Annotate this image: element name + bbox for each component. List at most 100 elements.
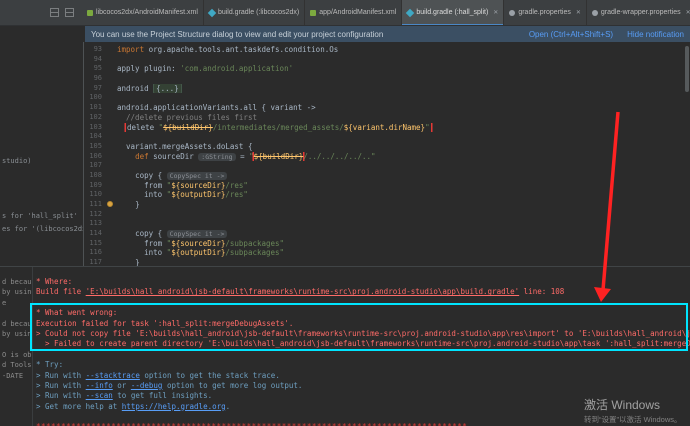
- editor-tab[interactable]: build.gradle (:libcocos2dx): [203, 0, 306, 25]
- build-tree-text-fragment: d because: [2, 319, 32, 328]
- code-text: variant.mergeAssets.doLast {: [117, 142, 689, 152]
- code-line: 109 from "${sourceDir}/res": [85, 181, 689, 191]
- hide-notification-link[interactable]: Hide notification: [627, 30, 684, 39]
- console-text: > Could not copy file 'E:\builds\hall_an…: [36, 328, 690, 338]
- code-token: {...}: [153, 83, 182, 94]
- split-window-icon[interactable]: [65, 8, 74, 17]
- code-line: 102 //delete previous files first: [85, 113, 689, 123]
- code-token: 'com.android.application': [180, 64, 294, 74]
- line-number: 117: [89, 258, 102, 266]
- code-text: copy { CopySpec it ->: [117, 171, 689, 181]
- code-text: from "${sourceDir}/subpackages": [117, 239, 689, 249]
- editor-tab[interactable]: gradle.properties ✕: [504, 0, 587, 25]
- line-number: 112: [89, 209, 102, 218]
- line-number: 101: [89, 103, 102, 112]
- code-line: 106 def sourceDir :GString = "${buildDir…: [85, 152, 689, 162]
- console-link[interactable]: --info: [86, 381, 113, 390]
- console-line: > Get more help at https://help.gradle.o…: [36, 402, 690, 412]
- line-number: 110: [89, 190, 102, 199]
- code-text: android {...}: [117, 83, 689, 94]
- notification-message: You can use the Project Structure dialog…: [91, 29, 384, 39]
- code-token: ": [249, 151, 254, 161]
- editor-tab[interactable]: gradle-wrapper.properties ✕: [586, 0, 690, 25]
- close-tab-icon[interactable]: ✕: [493, 9, 498, 16]
- console-text: option to get more log output.: [162, 380, 303, 390]
- code-token: sourceDir: [153, 151, 199, 161]
- code-line: 116 into "${outputDir}/subpackages": [85, 248, 689, 258]
- console-link[interactable]: --stacktrace: [86, 371, 140, 380]
- code-token: delete: [127, 122, 159, 132]
- code-token: ${variant.dirName}: [343, 122, 426, 132]
- close-tab-icon[interactable]: ✕: [686, 9, 690, 16]
- console-link[interactable]: 'E:\builds\hall_android\jsb-default\fram…: [86, 287, 519, 296]
- code-editor[interactable]: studio) s for 'hall_split' es for '(libcoc…: [0, 42, 690, 266]
- code-line: 103 delete " ${buildDir}/intermediates/me…: [85, 123, 689, 133]
- line-number: 94: [93, 54, 102, 63]
- console-line: > Could not copy file 'E:\builds\hall_an…: [36, 329, 690, 339]
- editor-tab[interactable]: app/AndroidManifest.xml: [305, 0, 403, 25]
- tab-label: build.gradle (:libcocos2dx): [217, 9, 300, 16]
- tab-strip: libcocos2dx/AndroidManifest.xml build.gra…: [82, 0, 690, 25]
- editor-tab[interactable]: build.gradle (:hall_split) ✕: [402, 0, 505, 25]
- line-number: 113: [89, 219, 102, 228]
- code-token: /intermediates/merged_assets/: [212, 122, 344, 132]
- editor-tab[interactable]: libcocos2dx/AndroidManifest.xml: [82, 0, 204, 25]
- console-line: Build file 'E:\builds\hall_android\jsb-d…: [36, 287, 690, 297]
- code-token: android.applicationVariants.all { varian…: [117, 103, 316, 113]
- code-text: from "${sourceDir}/res": [117, 181, 689, 191]
- code-line: 117 }: [85, 258, 689, 266]
- code-token: }: [135, 200, 140, 209]
- console-text: * What went wrong:: [36, 308, 118, 318]
- code-token: copy {: [135, 229, 167, 239]
- line-number: 93: [93, 45, 102, 53]
- console-line: * Where:: [36, 277, 690, 287]
- intention-bulb-icon[interactable]: [107, 201, 113, 207]
- project-structure-icon[interactable]: [50, 8, 59, 17]
- editor-tab-bar: libcocos2dx/AndroidManifest.xml build.gra…: [0, 0, 690, 26]
- editor-scrollbar[interactable]: [685, 46, 689, 92]
- code-token: /res": [225, 180, 248, 190]
- code-token: copy {: [135, 170, 167, 180]
- line-number: 107: [89, 161, 102, 170]
- tabbar-left-icons: [50, 8, 74, 17]
- console-link[interactable]: --scan: [86, 391, 113, 400]
- console-line: > Run with --scan to get full insights.: [36, 391, 690, 401]
- tab-label: gradle-wrapper.properties: [600, 9, 681, 16]
- code-line: 96: [85, 74, 689, 84]
- console-text: .: [225, 401, 231, 411]
- code-text: delete " ${buildDir}/intermediates/merged…: [117, 123, 689, 133]
- code-token: android: [117, 83, 154, 93]
- gutter-icon-slot: [105, 152, 117, 162]
- console-link[interactable]: --debug: [131, 381, 163, 390]
- console-text: > Get more help at: [36, 401, 122, 411]
- line-number: 103: [89, 122, 102, 131]
- code-line: 95 apply plugin: 'com.android.application…: [85, 64, 689, 74]
- console-link[interactable]: https://help.gradle.org: [122, 402, 226, 411]
- code-text: into "${outputDir}/subpackages": [117, 248, 689, 258]
- code-token: def: [135, 151, 154, 161]
- code-token: CopySpec it ->: [166, 171, 228, 180]
- code-token: =: [235, 151, 250, 161]
- build-output-console[interactable]: d becauseby using eed becauseby using eO…: [0, 266, 690, 426]
- code-token: /subpackages": [225, 238, 285, 248]
- editor-notification-bar: You can use the Project Structure dialog…: [85, 26, 690, 42]
- close-tab-icon[interactable]: ✕: [576, 9, 581, 16]
- tab-label: gradle.properties: [518, 9, 571, 16]
- gutter-icon-slot: [105, 190, 117, 200]
- build-tree-strip: d becauseby using eed becauseby using eO…: [0, 267, 33, 426]
- open-project-structure-link[interactable]: Open (Ctrl+Alt+Shift+S): [529, 30, 613, 39]
- panel-text-fragment: es for '(libcocos2dx)': [2, 225, 83, 233]
- left-panel-strip: studio) s for 'hall_split' es for '(libcoc…: [0, 42, 84, 266]
